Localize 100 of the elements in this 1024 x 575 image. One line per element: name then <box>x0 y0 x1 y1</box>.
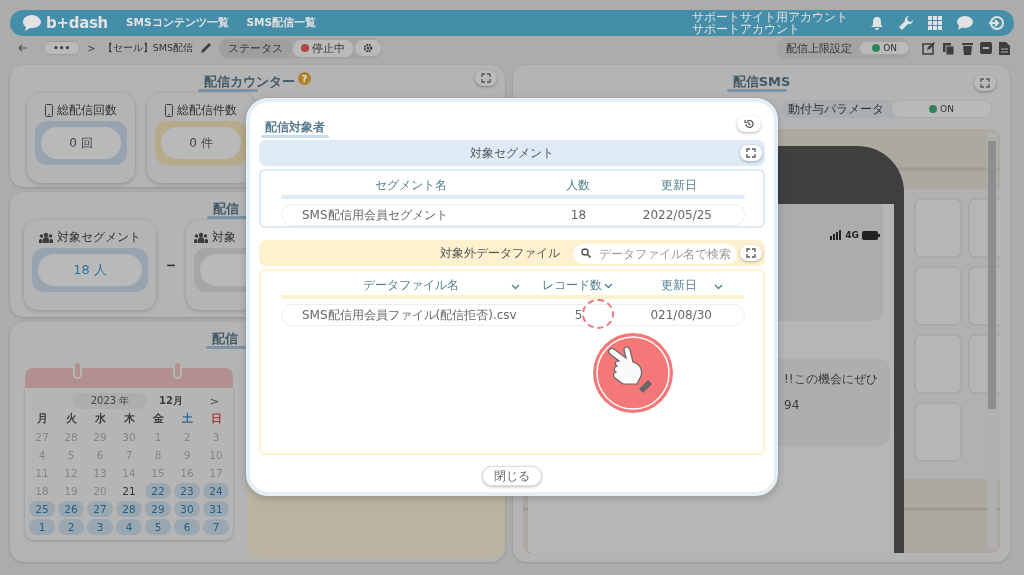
close-button[interactable]: 閉じる <box>482 466 542 486</box>
calendar-day[interactable]: 24 <box>203 483 229 499</box>
weekday-label: 火 <box>64 411 78 426</box>
calendar-day[interactable]: 21 <box>116 483 142 499</box>
signal-icon <box>830 230 843 240</box>
trash-icon[interactable] <box>962 41 973 55</box>
expand-icon <box>980 78 990 88</box>
calendar-day[interactable]: 23 <box>174 483 200 499</box>
document-icon[interactable] <box>999 41 1010 55</box>
calendar-day[interactable]: 26 <box>58 501 84 517</box>
calendar-day[interactable]: 27 <box>87 501 113 517</box>
expand-icon <box>746 248 756 258</box>
hand-pointer-icon <box>592 332 674 414</box>
highlight-ring <box>582 299 614 329</box>
help-icon[interactable]: ? <box>298 72 311 85</box>
year-selector[interactable]: 2023 年 <box>73 393 147 409</box>
copy-icon[interactable] <box>942 41 955 55</box>
expand-button[interactable] <box>740 145 762 161</box>
weekday-label: 水 <box>93 411 107 426</box>
message-text: !!この機会にぜひ <box>784 371 878 388</box>
calendar-day[interactable]: 25 <box>29 501 55 517</box>
table-cell-text: 18 <box>569 208 588 222</box>
weekday-label: 月 <box>35 411 49 426</box>
account-name: サポートサイト用アカウント <box>692 10 848 23</box>
history-button[interactable] <box>737 116 761 132</box>
message-text: 94 <box>784 397 800 414</box>
archive-icon[interactable] <box>980 41 992 54</box>
parameter-label: 動付与パラメータ <box>787 101 885 117</box>
calendar-day[interactable]: 7 <box>203 519 229 535</box>
status-label: ステータス <box>219 38 291 58</box>
edit-icon[interactable] <box>922 41 935 55</box>
expand-button[interactable] <box>974 75 996 91</box>
column-header: セグメント名 <box>373 177 448 194</box>
panel-title: 配信 <box>213 200 239 218</box>
table-cell-text: 5 <box>573 308 584 322</box>
page-title: 【セール】SMS配信 <box>102 41 193 55</box>
more-button[interactable]: ••• <box>43 41 81 55</box>
gear-icon <box>362 43 373 53</box>
calendar-day[interactable]: 30 <box>174 501 200 517</box>
weekday-label: 木 <box>122 411 136 426</box>
card-label: 対象 <box>212 229 236 245</box>
card-label: 総配信件数 <box>177 102 237 118</box>
chevron-down-icon <box>714 284 723 290</box>
calendar-day[interactable]: 31 <box>203 501 229 517</box>
bell-icon[interactable] <box>870 16 884 30</box>
people-icon <box>194 231 208 243</box>
card-label: 対象セグメント <box>57 229 141 245</box>
expand-button[interactable] <box>475 70 497 86</box>
pencil-icon[interactable] <box>199 42 212 54</box>
calendar-day[interactable]: 3 <box>87 519 113 535</box>
column-header[interactable]: データファイル名 <box>362 277 459 294</box>
status-button[interactable]: 停止中 <box>292 39 353 57</box>
expand-button[interactable] <box>740 245 762 261</box>
scrollbar[interactable] <box>987 133 997 549</box>
phone-icon <box>45 103 53 117</box>
nav-link[interactable]: SMSコンテンツ一覧 <box>126 16 229 30</box>
nav-link[interactable]: SMS配信一覧 <box>246 16 317 30</box>
calendar-day[interactable]: 22 <box>145 483 171 499</box>
weekday-label: 土 <box>180 411 194 426</box>
calendar-day[interactable]: 5 <box>145 519 171 535</box>
calendar-day[interactable]: 29 <box>145 501 171 517</box>
chevron-down-icon <box>604 282 613 289</box>
back-arrow-icon[interactable] <box>18 43 28 53</box>
calendar-day[interactable]: 4 <box>116 519 142 535</box>
column-header[interactable]: レコード数 <box>542 277 602 294</box>
wrench-icon[interactable] <box>898 15 914 31</box>
column-header: 人数 <box>564 177 591 194</box>
account-name: サポートアカウント <box>692 23 801 36</box>
counter-value: 0 件 <box>189 134 213 152</box>
grid-icon[interactable] <box>928 16 942 30</box>
expand-icon <box>746 148 756 158</box>
logout-icon[interactable] <box>988 15 1004 31</box>
calendar-day[interactable]: 1 <box>29 519 55 535</box>
calendar-day[interactable]: 2 <box>58 519 84 535</box>
month-label: 12月 <box>159 394 183 408</box>
logo-text: b+dash <box>46 14 108 32</box>
next-month-button[interactable]: > <box>207 394 221 408</box>
minus-sign: － <box>162 254 180 276</box>
settings-button[interactable] <box>354 40 381 56</box>
battery-icon <box>862 230 880 240</box>
target-count: 18 人 <box>73 261 107 279</box>
column-header: 更新日 <box>660 177 698 194</box>
breadcrumb-separator: > <box>87 42 96 54</box>
parameter-toggle[interactable]: ON <box>892 101 991 117</box>
chat-icon[interactable] <box>956 15 974 31</box>
table-cell-text: 021/08/30 <box>649 308 713 322</box>
table-cell-text: SMS配信用会員ファイル(配信拒否).csv <box>301 306 518 324</box>
search-field[interactable]: データファイル名で検索 <box>573 244 737 264</box>
people-icon <box>39 231 53 243</box>
table-cell-text: 2022/05/25 <box>641 208 713 222</box>
panel-title: 配信カウンター <box>204 73 295 91</box>
phone-icon <box>165 103 173 117</box>
column-header[interactable]: 更新日 <box>661 277 697 294</box>
limit-toggle[interactable]: ON <box>860 42 909 54</box>
calendar-day[interactable]: 28 <box>116 501 142 517</box>
panel-title: 配信SMS <box>732 73 791 91</box>
network-label: 4G <box>845 230 859 240</box>
calendar-day[interactable]: 6 <box>174 519 200 535</box>
table-cell-text: SMS配信用会員セグメント <box>301 206 449 224</box>
section-title: 対象外データファイル <box>440 244 560 262</box>
